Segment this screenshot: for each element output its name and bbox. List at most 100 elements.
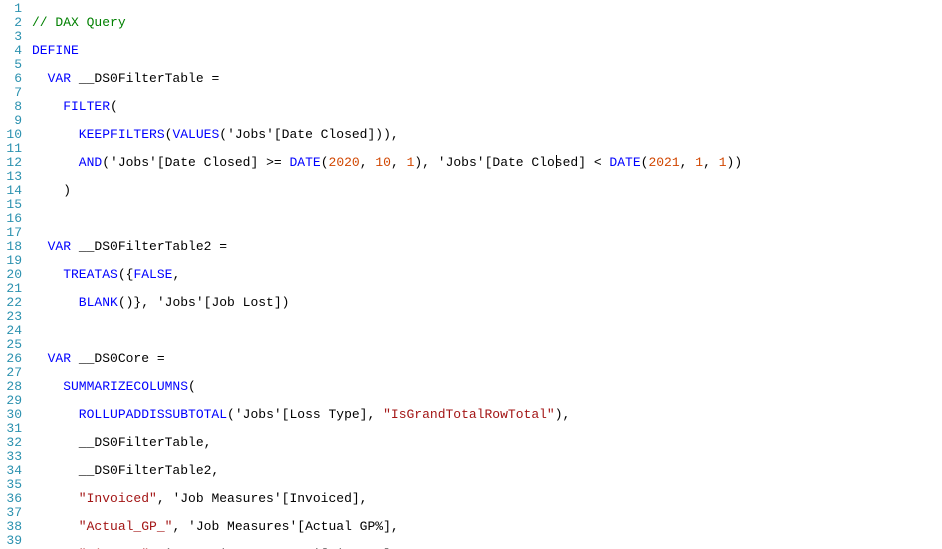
paren: ) bbox=[32, 183, 71, 198]
line-number: 28 bbox=[2, 380, 22, 394]
fn-blank: BLANK bbox=[32, 295, 118, 310]
comma: , bbox=[360, 155, 376, 170]
number: 1 bbox=[719, 155, 727, 170]
keyword-var: VAR bbox=[32, 71, 71, 86]
column-ref: 'Jobs'[Date Closed] bbox=[110, 155, 258, 170]
fn-keepfilters: KEEPFILTERS bbox=[32, 127, 165, 142]
code-comment: // DAX Query bbox=[32, 15, 126, 30]
fn-and: AND bbox=[32, 155, 102, 170]
column-ref: 'Job Measures'[Invoiced] bbox=[172, 491, 359, 506]
line-number: 17 bbox=[2, 226, 22, 240]
var-name: __DS0FilterTable2 = bbox=[71, 239, 227, 254]
operator: >= bbox=[258, 155, 289, 170]
line-number: 13 bbox=[2, 170, 22, 184]
column-ref: 'Jobs'[Date Closed] bbox=[438, 155, 586, 170]
column-ref: 'Jobs'[Job Lost] bbox=[157, 295, 282, 310]
paren: ), bbox=[414, 155, 437, 170]
fn-filter: FILTER bbox=[32, 99, 110, 114]
line-number: 25 bbox=[2, 338, 22, 352]
var-name: __DS0FilterTable = bbox=[71, 71, 219, 86]
string: "Actual_GP_" bbox=[32, 519, 172, 534]
line-number: 30 bbox=[2, 408, 22, 422]
string: "Invoiced" bbox=[32, 491, 157, 506]
paren: ( bbox=[110, 99, 118, 114]
fn-date: DATE bbox=[289, 155, 320, 170]
fn-rollupaddissubtotal: ROLLUPADDISSUBTOTAL bbox=[32, 407, 227, 422]
line-number: 23 bbox=[2, 310, 22, 324]
line-number: 3 bbox=[2, 30, 22, 44]
keyword-define: DEFINE bbox=[32, 43, 79, 58]
line-number: 19 bbox=[2, 254, 22, 268]
line-number: 7 bbox=[2, 86, 22, 100]
paren: ) bbox=[282, 295, 290, 310]
number: 2021 bbox=[648, 155, 679, 170]
line-number: 18 bbox=[2, 240, 22, 254]
line-number: 12 bbox=[2, 156, 22, 170]
line-number: 37 bbox=[2, 506, 22, 520]
line-number: 8 bbox=[2, 100, 22, 114]
line-number: 29 bbox=[2, 394, 22, 408]
line-number: 33 bbox=[2, 450, 22, 464]
comma: , bbox=[172, 519, 188, 534]
column-ref: 'Jobs'[Loss Type] bbox=[235, 407, 368, 422]
paren: )), bbox=[375, 127, 398, 142]
comma: , bbox=[391, 519, 399, 534]
line-number: 15 bbox=[2, 198, 22, 212]
comma: , bbox=[367, 407, 383, 422]
line-number: 31 bbox=[2, 422, 22, 436]
line-number: 21 bbox=[2, 282, 22, 296]
fn-summarizecolumns: SUMMARIZECOLUMNS bbox=[32, 379, 188, 394]
number: 1 bbox=[695, 155, 703, 170]
line-number: 20 bbox=[2, 268, 22, 282]
line-number: 26 bbox=[2, 352, 22, 366]
keyword-var: VAR bbox=[32, 351, 71, 366]
line-number: 35 bbox=[2, 478, 22, 492]
paren: ( bbox=[102, 155, 110, 170]
text-cursor-icon bbox=[556, 155, 558, 168]
paren: ()}, bbox=[118, 295, 157, 310]
paren: ( bbox=[219, 127, 227, 142]
paren: ( bbox=[321, 155, 329, 170]
line-number: 6 bbox=[2, 72, 22, 86]
var-ref: __DS0FilterTable2, bbox=[32, 463, 219, 478]
line-number: 10 bbox=[2, 128, 22, 142]
paren: ( bbox=[188, 379, 196, 394]
column-ref: 'Job Measures'[Actual GP%] bbox=[188, 519, 391, 534]
line-number: 36 bbox=[2, 492, 22, 506]
line-number: 27 bbox=[2, 366, 22, 380]
var-name: __DS0Core = bbox=[71, 351, 165, 366]
code-content[interactable]: // DAX Query DEFINE VAR __DS0FilterTable… bbox=[26, 0, 742, 549]
comma: , bbox=[360, 491, 368, 506]
fn-treatas: TREATAS bbox=[32, 267, 118, 282]
line-number: 14 bbox=[2, 184, 22, 198]
fn-date: DATE bbox=[609, 155, 640, 170]
operator: < bbox=[586, 155, 609, 170]
number: 2020 bbox=[329, 155, 360, 170]
line-number: 39 bbox=[2, 534, 22, 548]
comma: , bbox=[172, 267, 180, 282]
paren: ), bbox=[555, 407, 571, 422]
paren: ({ bbox=[118, 267, 134, 282]
line-number: 1 bbox=[2, 2, 22, 16]
line-number: 22 bbox=[2, 296, 22, 310]
string: "IsGrandTotalRowTotal" bbox=[383, 407, 555, 422]
paren: )) bbox=[727, 155, 743, 170]
keyword-false: FALSE bbox=[133, 267, 172, 282]
line-number: 4 bbox=[2, 44, 22, 58]
line-number: 11 bbox=[2, 142, 22, 156]
keyword-var: VAR bbox=[32, 239, 71, 254]
comma: , bbox=[680, 155, 696, 170]
line-number: 24 bbox=[2, 324, 22, 338]
comma: , bbox=[391, 155, 407, 170]
var-ref: __DS0FilterTable, bbox=[32, 435, 211, 450]
code-editor[interactable]: 1234567891011121314151617181920212223242… bbox=[0, 0, 942, 549]
line-number: 16 bbox=[2, 212, 22, 226]
line-number: 5 bbox=[2, 58, 22, 72]
number: 10 bbox=[375, 155, 391, 170]
column-ref: 'Jobs'[Date Closed] bbox=[227, 127, 375, 142]
comma: , bbox=[703, 155, 719, 170]
comma: , bbox=[157, 491, 173, 506]
fn-values: VALUES bbox=[172, 127, 219, 142]
line-number: 34 bbox=[2, 464, 22, 478]
paren: ( bbox=[227, 407, 235, 422]
